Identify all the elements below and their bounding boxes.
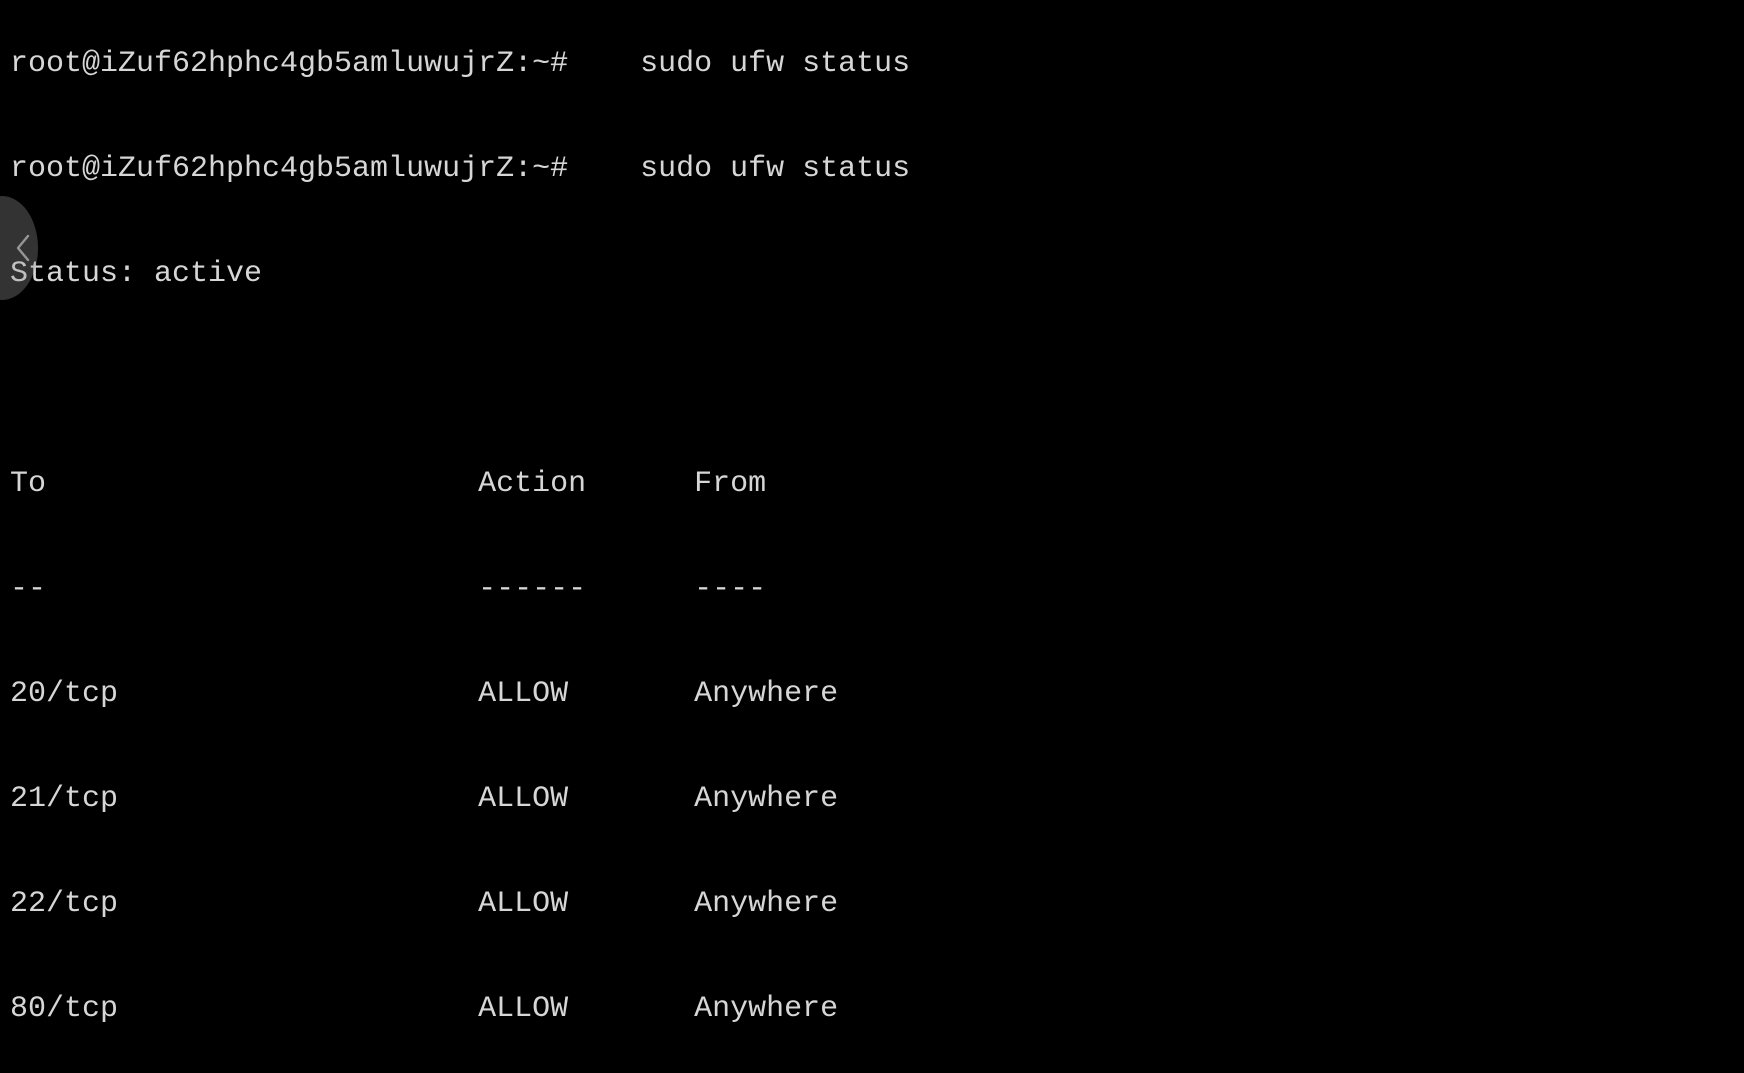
terminal-rule-row: 80/tcp ALLOW Anywhere — [10, 992, 839, 1026]
terminal-rule-row: 20/tcp ALLOW Anywhere — [10, 677, 839, 711]
terminal-table-rule: -- ------ ---- — [10, 572, 767, 606]
terminal-rule-row: 21/tcp ALLOW Anywhere — [10, 782, 839, 816]
terminal-rule-row: 22/tcp ALLOW Anywhere — [10, 887, 839, 921]
terminal-table-header: To Action From — [10, 467, 767, 501]
terminal-line: Status: active — [10, 257, 263, 291]
chevron-left-icon — [14, 233, 32, 263]
terminal-screen[interactable]: root@iZuf62hphc4gb5amluwujrZ:~# sudo ufw… — [10, 0, 1744, 1073]
terminal-line: root@iZuf62hphc4gb5amluwujrZ:~# sudo ufw… — [10, 47, 911, 81]
terminal-line: root@iZuf62hphc4gb5amluwujrZ:~# sudo ufw… — [10, 152, 911, 186]
terminal-window[interactable]: root@iZuf62hphc4gb5amluwujrZ:~# sudo ufw… — [0, 0, 1744, 1073]
